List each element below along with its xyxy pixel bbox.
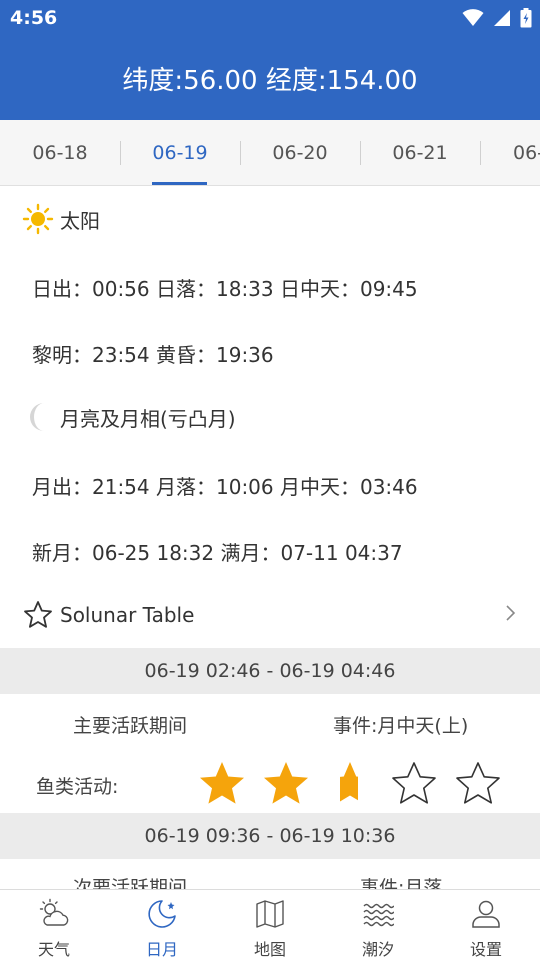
battery-icon bbox=[520, 8, 532, 28]
sun-icon bbox=[22, 203, 54, 235]
app-header: 4:56 纬度:56.00 经度:154.00 bbox=[0, 0, 540, 120]
star-empty-icon bbox=[392, 762, 436, 804]
period-event-label: 事件:月中天(上) bbox=[333, 715, 469, 737]
star-filled-icon bbox=[200, 762, 244, 804]
sun-rise-set-text: 日出：00:56 日落：18:33 日中天：09:45 bbox=[32, 277, 418, 301]
tab-divider bbox=[480, 141, 481, 165]
date-tab-bar: 06-18 06-19 06-20 06-21 06- bbox=[0, 120, 540, 186]
tab-date-0621[interactable]: 06-21 bbox=[360, 120, 480, 185]
nav-label-tide: 潮汐 bbox=[361, 940, 394, 959]
map-icon bbox=[256, 900, 284, 928]
status-icons bbox=[462, 8, 532, 28]
nav-label-sun-moon: 日月 bbox=[145, 940, 178, 959]
solunar-period-range: 06-19 02:46 - 06-19 04:46 bbox=[0, 648, 540, 694]
tab-divider bbox=[360, 141, 361, 165]
star-empty-icon bbox=[456, 762, 500, 804]
bottom-navigation: 天气 日月 地图 潮汐 设置 bbox=[0, 889, 540, 960]
moon-section-header: 月亮及月相(亏凸月) bbox=[24, 401, 540, 433]
star-outline-icon bbox=[24, 601, 52, 628]
solunar-heading: Solunar Table bbox=[60, 603, 195, 627]
nav-item-map[interactable]: 地图 bbox=[216, 890, 324, 960]
sun-section-header: 太阳 bbox=[22, 203, 540, 235]
active-tab-indicator bbox=[152, 182, 207, 185]
fish-activity-label: 鱼类活动: bbox=[36, 776, 119, 798]
nav-label-settings: 设置 bbox=[469, 940, 502, 959]
fish-activity-rating bbox=[198, 760, 518, 808]
nav-label-map: 地图 bbox=[253, 940, 286, 959]
sun-dawn-dusk-text: 黎明：23:54 黄昏：19:36 bbox=[32, 343, 274, 367]
solunar-period-range: 06-19 09:36 - 06-19 10:36 bbox=[0, 813, 540, 859]
period-type-label: 主要活跃期间 bbox=[73, 715, 188, 737]
page-title: 纬度:56.00 经度:154.00 bbox=[122, 66, 418, 96]
nav-label-weather: 天气 bbox=[37, 940, 70, 959]
weather-icon bbox=[39, 898, 69, 926]
status-bar: 4:56 bbox=[0, 0, 540, 38]
user-icon bbox=[472, 900, 500, 928]
app-root: 4:56 纬度:56.00 经度:154.00 06-18 06-19 06-2… bbox=[0, 0, 540, 960]
moon-phase-text: 新月：06-25 18:32 满月：07-11 04:37 bbox=[32, 541, 403, 565]
sun-heading: 太阳 bbox=[60, 208, 100, 233]
moon-rise-set-text: 月出：21:54 月落：10:06 月中天：03:46 bbox=[32, 475, 418, 499]
star-half-icon bbox=[340, 762, 358, 802]
nav-item-weather[interactable]: 天气 bbox=[0, 890, 108, 960]
tab-date-next[interactable]: 06- bbox=[480, 120, 540, 185]
tab-date-0620[interactable]: 06-20 bbox=[240, 120, 360, 185]
tab-date-0619[interactable]: 06-19 bbox=[120, 120, 240, 185]
chevron-right-icon[interactable] bbox=[504, 603, 518, 623]
solunar-section-header[interactable]: Solunar Table bbox=[22, 599, 540, 631]
wifi-icon bbox=[462, 9, 484, 26]
moon-heading: 月亮及月相(亏凸月) bbox=[60, 406, 236, 431]
tab-divider bbox=[120, 141, 121, 165]
cellular-signal-icon bbox=[494, 10, 510, 26]
moon-icon bbox=[30, 403, 44, 431]
nav-item-tide[interactable]: 潮汐 bbox=[324, 890, 432, 960]
status-time: 4:56 bbox=[10, 7, 58, 29]
tab-divider bbox=[240, 141, 241, 165]
moon-star-icon bbox=[148, 900, 176, 928]
star-filled-icon bbox=[264, 762, 308, 804]
nav-item-sun-moon[interactable]: 日月 bbox=[108, 890, 216, 960]
nav-item-settings[interactable]: 设置 bbox=[432, 890, 540, 960]
tab-date-0618[interactable]: 06-18 bbox=[0, 120, 120, 185]
waves-icon bbox=[363, 903, 394, 927]
